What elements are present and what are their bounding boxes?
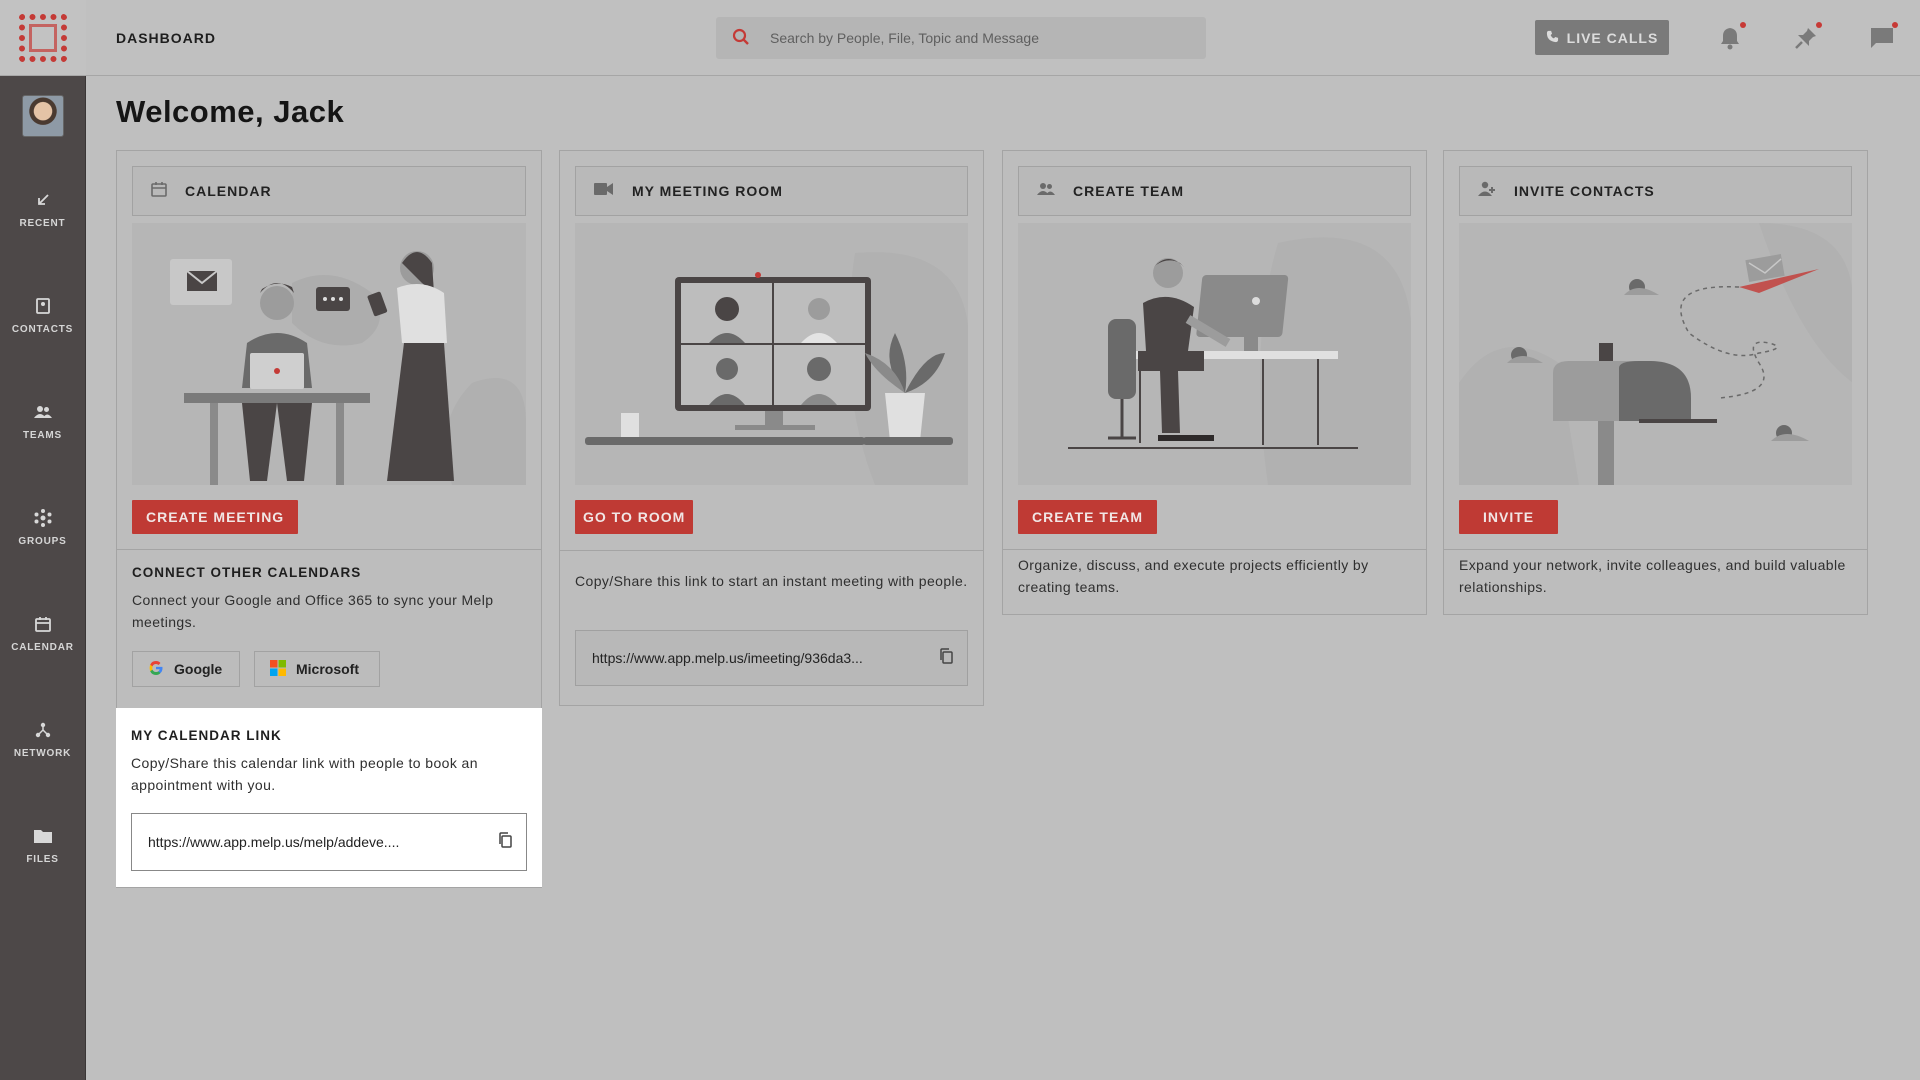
sidebar-item-calendar[interactable]: CALENDAR — [0, 580, 85, 686]
groups-icon — [33, 508, 53, 528]
sidebar-item-groups[interactable]: GROUPS — [0, 474, 85, 580]
calendar-icon — [151, 181, 167, 202]
top-bar: DASHBOARD LIVE CALLS — [86, 0, 1920, 76]
sidebar-item-label: CONTACTS — [11, 323, 74, 335]
contact-book-icon — [33, 296, 53, 316]
avatar-container — [0, 76, 85, 156]
calendar-link-url: https://www.app.melp.us/melp/addeve.... — [148, 834, 400, 850]
sidebar-item-teams[interactable]: TEAMS — [0, 368, 85, 474]
notification-dot — [1740, 22, 1746, 28]
pin-icon — [1795, 28, 1816, 49]
calendar-icon — [33, 614, 53, 634]
create-team-card-title: CREATE TEAM — [1073, 183, 1185, 199]
meeting-link-box[interactable]: https://www.app.melp.us/imeeting/936da3.… — [575, 630, 968, 686]
add-user-icon — [1478, 181, 1496, 202]
invite-contacts-text: Expand your network, invite colleagues, … — [1459, 557, 1846, 595]
meeting-link-url: https://www.app.melp.us/imeeting/936da3.… — [592, 650, 863, 666]
welcome-heading: Welcome, Jack — [116, 94, 345, 129]
sidebar-item-network[interactable]: NETWORK — [0, 686, 85, 792]
card-divider — [117, 549, 541, 550]
create-team-text: Organize, discuss, and execute projects … — [1018, 557, 1369, 595]
invite-contacts-card-header: INVITE CONTACTS — [1459, 166, 1852, 216]
calendar-card-header: CALENDAR — [132, 166, 526, 216]
arrow-down-left-icon — [33, 190, 53, 210]
my-calendar-link-panel: MY CALENDAR LINK Copy/Share this calenda… — [116, 708, 542, 887]
meeting-room-illustration — [575, 223, 968, 485]
user-avatar[interactable] — [21, 95, 64, 137]
microsoft-icon — [270, 659, 286, 679]
folder-icon — [33, 826, 53, 846]
app-logo[interactable] — [0, 0, 86, 76]
meeting-room-card-title: MY MEETING ROOM — [632, 183, 783, 199]
invite-contacts-illustration — [1459, 223, 1852, 485]
invite-contacts-card: INVITE CONTACTS INVITE Expand your netwo… — [1443, 150, 1868, 615]
live-calls-button[interactable]: LIVE CALLS — [1535, 20, 1669, 55]
copy-icon[interactable] — [498, 831, 512, 853]
sidebar-item-label: FILES — [26, 853, 59, 865]
search-icon — [732, 28, 752, 48]
sidebar: RECENT CONTACTS TEAMS GROUPS CALENDAR NE… — [0, 0, 86, 1080]
card-divider — [1003, 549, 1426, 550]
copy-icon[interactable] — [939, 647, 953, 669]
sidebar-item-label: GROUPS — [18, 535, 67, 547]
sidebar-item-label: TEAMS — [23, 429, 62, 441]
invite-contacts-card-title: INVITE CONTACTS — [1514, 183, 1655, 199]
card-divider — [560, 550, 983, 551]
create-team-card: CREATE TEAM CREATE TEAM Organize, discus… — [1002, 150, 1427, 615]
calendar-illustration — [132, 223, 526, 485]
card-divider — [1444, 549, 1867, 550]
google-label: Google — [174, 661, 223, 677]
messages-dot — [1892, 22, 1898, 28]
sidebar-item-label: NETWORK — [13, 747, 72, 759]
pinned-dot — [1816, 22, 1822, 28]
connect-calendars-text: Connect your Google and Office 365 to sy… — [132, 592, 494, 630]
search-input[interactable] — [770, 30, 1150, 46]
chat-icon — [1871, 28, 1893, 48]
live-calls-label: LIVE CALLS — [1566, 29, 1659, 46]
meeting-room-card-header: MY MEETING ROOM — [575, 166, 968, 216]
video-camera-icon — [594, 182, 614, 201]
microsoft-calendar-button[interactable]: Microsoft — [254, 651, 380, 687]
my-calendar-link-title: MY CALENDAR LINK — [131, 728, 282, 743]
meeting-room-card: MY MEETING ROOM GO TO ROOM Copy/Share th… — [559, 150, 984, 706]
team-icon — [33, 402, 53, 422]
sidebar-item-files[interactable]: FILES — [0, 792, 85, 898]
messages-button[interactable] — [1868, 22, 1898, 52]
network-icon — [33, 720, 53, 740]
melp-logo-icon — [19, 13, 67, 62]
google-calendar-button[interactable]: Google — [132, 651, 240, 687]
sidebar-item-recent[interactable]: RECENT — [0, 156, 85, 262]
sidebar-item-label: CALENDAR — [11, 641, 74, 653]
go-to-room-button[interactable]: GO TO ROOM — [575, 500, 694, 534]
calendar-card-title: CALENDAR — [185, 183, 272, 199]
team-icon — [1037, 182, 1055, 201]
invite-button[interactable]: INVITE — [1459, 500, 1559, 534]
create-team-button[interactable]: CREATE TEAM — [1018, 500, 1158, 534]
pinned-button[interactable] — [1792, 22, 1822, 52]
phone-icon — [1546, 30, 1559, 46]
notifications-button[interactable] — [1716, 22, 1746, 52]
google-icon — [148, 660, 164, 679]
connect-calendars-title: CONNECT OTHER CALENDARS — [132, 565, 362, 580]
microsoft-label: Microsoft — [296, 661, 359, 677]
create-team-card-header: CREATE TEAM — [1018, 166, 1411, 216]
bell-icon — [1721, 28, 1739, 50]
my-calendar-link-text: Copy/Share this calendar link with peopl… — [131, 755, 478, 793]
page-title: DASHBOARD — [116, 30, 216, 46]
calendar-link-box[interactable]: https://www.app.melp.us/melp/addeve.... — [131, 813, 527, 871]
sidebar-item-label: RECENT — [19, 217, 66, 229]
create-meeting-button[interactable]: CREATE MEETING — [132, 500, 299, 534]
meeting-room-text: Copy/Share this link to start an instant… — [575, 573, 968, 589]
search-bar[interactable] — [716, 17, 1206, 59]
create-team-illustration — [1018, 223, 1411, 485]
sidebar-item-contacts[interactable]: CONTACTS — [0, 262, 85, 368]
